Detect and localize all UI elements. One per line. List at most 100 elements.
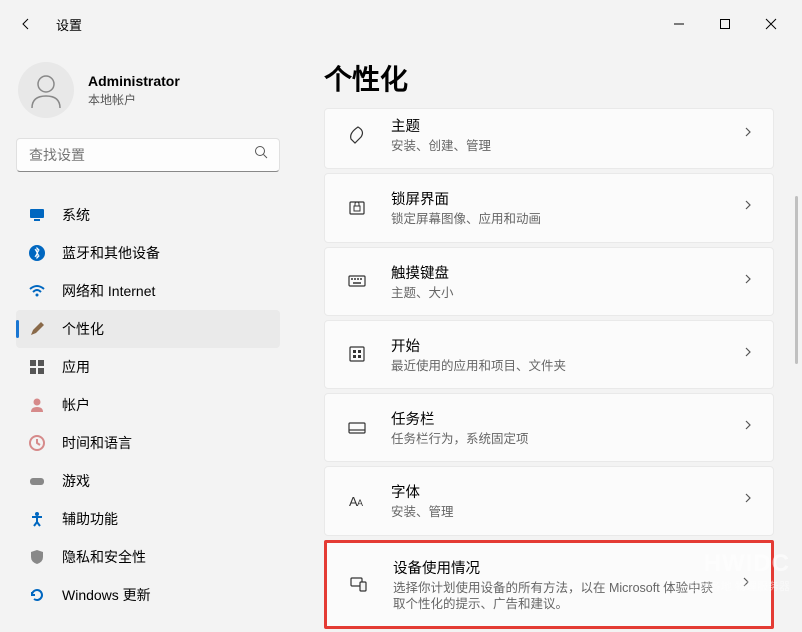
sidebar-item-10[interactable]: Windows 更新 [16, 576, 280, 614]
close-icon [765, 18, 777, 30]
nav-list: 系统蓝牙和其他设备网络和 Internet 个性化应用帐户时间和语言游戏辅助功能隐… [16, 196, 296, 632]
sidebar-item-label: Windows 更新 [62, 585, 151, 605]
setting-title: 任务栏 [391, 408, 721, 429]
content-area: Administrator 本地帐户 系统蓝牙和其他设备网络和 Internet… [0, 48, 802, 632]
setting-item-1[interactable]: 锁屏界面 锁定屏幕图像、应用和动画 [324, 173, 774, 242]
setting-text: 任务栏 任务栏行为，系统固定项 [391, 408, 721, 447]
taskbar-icon [345, 418, 369, 438]
gamepad-icon [28, 472, 46, 490]
sidebar: Administrator 本地帐户 系统蓝牙和其他设备网络和 Internet… [0, 48, 296, 632]
setting-item-6[interactable]: 设备使用情况 选择你计划使用设备的所有方法，以在 Microsoft 体验中获取… [324, 540, 774, 630]
back-arrow-icon [18, 16, 34, 32]
chevron-right-icon [743, 272, 753, 291]
avatar-icon [26, 70, 66, 110]
setting-title: 锁屏界面 [391, 188, 721, 209]
person-icon [28, 396, 46, 414]
font-icon: AA [345, 491, 369, 511]
sidebar-item-label: 网络和 Internet [62, 281, 155, 301]
sidebar-item-label: 系统 [62, 205, 90, 225]
setting-item-4[interactable]: 任务栏 任务栏行为，系统固定项 [324, 393, 774, 462]
search-icon [254, 145, 269, 165]
keyboard-icon [345, 271, 369, 291]
clock-icon [28, 434, 46, 452]
chevron-right-icon [743, 418, 753, 437]
user-info: Administrator 本地帐户 [88, 73, 180, 108]
chevron-right-icon [743, 125, 753, 144]
back-button[interactable] [16, 14, 36, 34]
sidebar-item-label: 辅助功能 [62, 509, 118, 529]
chevron-right-icon [743, 491, 753, 510]
search-input[interactable] [29, 147, 243, 163]
svg-text:A: A [357, 498, 363, 508]
sidebar-item-label: 游戏 [62, 471, 90, 491]
user-section[interactable]: Administrator 本地帐户 [16, 56, 296, 138]
sidebar-scrollbar[interactable] [795, 196, 798, 364]
sidebar-item-2[interactable]: 网络和 Internet [16, 272, 280, 310]
sidebar-item-label: 蓝牙和其他设备 [62, 243, 160, 263]
device-icon [347, 574, 371, 594]
setting-desc: 任务栏行为，系统固定项 [391, 431, 721, 447]
setting-title: 开始 [391, 335, 721, 356]
setting-title: 设备使用情况 [393, 557, 719, 578]
setting-text: 锁屏界面 锁定屏幕图像、应用和动画 [391, 188, 721, 227]
sidebar-item-3[interactable]: 个性化 [16, 310, 280, 348]
setting-text: 开始 最近使用的应用和项目、文件夹 [391, 335, 721, 374]
monitor-icon [28, 206, 46, 224]
sidebar-item-6[interactable]: 时间和语言 [16, 424, 280, 462]
update-icon [28, 586, 46, 604]
sidebar-item-label: 帐户 [62, 395, 90, 415]
avatar [18, 62, 74, 118]
setting-desc: 主题、大小 [391, 285, 721, 301]
sidebar-item-8[interactable]: 辅助功能 [16, 500, 280, 538]
setting-item-5[interactable]: AA 字体 安装、管理 [324, 466, 774, 535]
setting-desc: 锁定屏幕图像、应用和动画 [391, 211, 721, 227]
title-bar: 设置 [0, 0, 802, 48]
minimize-button[interactable] [656, 8, 702, 40]
setting-text: 触摸键盘 主题、大小 [391, 262, 721, 301]
maximize-button[interactable] [702, 8, 748, 40]
setting-desc: 安装、管理 [391, 504, 721, 520]
sidebar-item-9[interactable]: 隐私和安全性 [16, 538, 280, 576]
settings-list: 主题 安装、创建、管理 锁屏界面 锁定屏幕图像、应用和动画 触摸键盘 主题、大小… [324, 108, 774, 632]
search-box[interactable] [16, 138, 280, 172]
window-title: 设置 [56, 15, 82, 34]
sidebar-item-4[interactable]: 应用 [16, 348, 280, 386]
close-button[interactable] [748, 8, 794, 40]
lock-icon [345, 198, 369, 218]
sidebar-item-0[interactable]: 系统 [16, 196, 280, 234]
setting-title: 触摸键盘 [391, 262, 721, 283]
chevron-right-icon [743, 198, 753, 217]
setting-title: 字体 [391, 481, 721, 502]
sidebar-item-label: 个性化 [62, 319, 104, 339]
maximize-icon [719, 18, 731, 30]
brush-icon [28, 320, 46, 338]
setting-item-2[interactable]: 触摸键盘 主题、大小 [324, 247, 774, 316]
setting-item-0[interactable]: 主题 安装、创建、管理 [324, 108, 774, 169]
apps-icon [28, 358, 46, 376]
sidebar-item-1[interactable]: 蓝牙和其他设备 [16, 234, 280, 272]
chevron-right-icon [743, 345, 753, 364]
wifi-icon [28, 282, 46, 300]
setting-title: 主题 [391, 115, 721, 136]
bluetooth-icon [28, 244, 46, 262]
setting-text: 主题 安装、创建、管理 [391, 115, 721, 154]
minimize-icon [673, 18, 685, 30]
setting-desc: 选择你计划使用设备的所有方法，以在 Microsoft 体验中获取个性化的提示、… [393, 580, 719, 613]
sidebar-item-7[interactable]: 游戏 [16, 462, 280, 500]
sidebar-item-label: 应用 [62, 357, 90, 377]
setting-desc: 安装、创建、管理 [391, 138, 721, 154]
title-bar-left: 设置 [16, 14, 82, 34]
window-controls [656, 8, 794, 40]
sidebar-item-5[interactable]: 帐户 [16, 386, 280, 424]
setting-text: 设备使用情况 选择你计划使用设备的所有方法，以在 Microsoft 体验中获取… [393, 557, 719, 613]
palette-icon [345, 125, 369, 145]
setting-item-3[interactable]: 开始 最近使用的应用和项目、文件夹 [324, 320, 774, 389]
start-icon [345, 344, 369, 364]
setting-desc: 最近使用的应用和项目、文件夹 [391, 358, 721, 374]
main-panel: 个性化 主题 安装、创建、管理 锁屏界面 锁定屏幕图像、应用和动画 触摸键盘 主… [296, 48, 802, 632]
accessibility-icon [28, 510, 46, 528]
sidebar-item-label: 时间和语言 [62, 433, 132, 453]
user-type: 本地帐户 [88, 91, 180, 108]
page-title: 个性化 [324, 58, 774, 98]
chevron-right-icon [741, 575, 751, 594]
